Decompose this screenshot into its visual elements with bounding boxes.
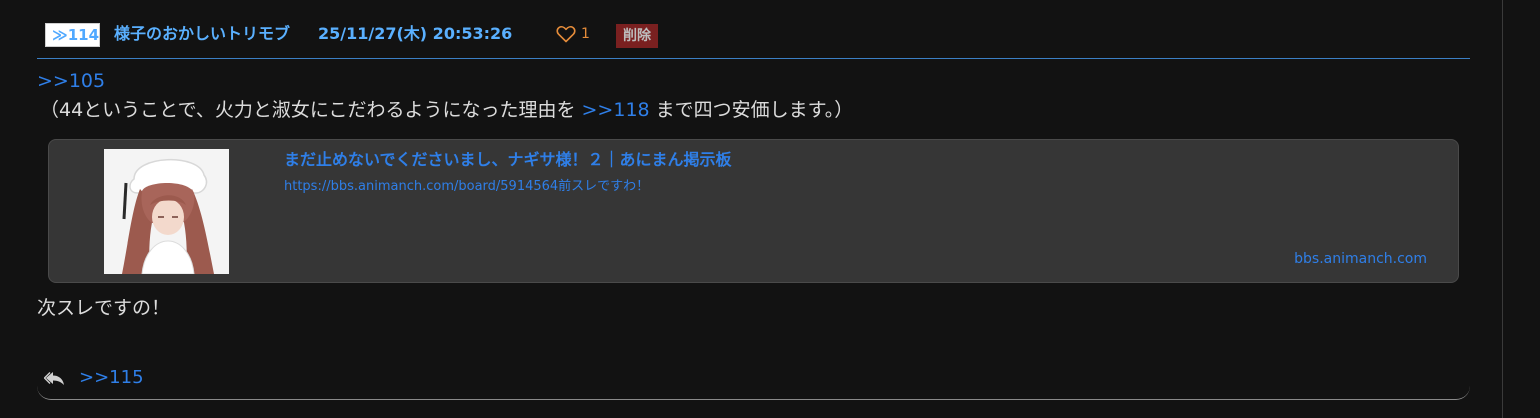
heart-icon — [556, 26, 576, 43]
like-button[interactable]: 1 — [556, 23, 590, 45]
like-count: 1 — [581, 26, 590, 42]
post-114: ≫114 様子のおかしいトリモブ 25/11/27(木) 20:53:26 1 … — [37, 14, 1470, 400]
post-number-button[interactable]: ≫114 — [45, 23, 100, 47]
replies-bar: >>115 — [44, 366, 144, 390]
link-preview-card[interactable]: まだ止めないでくださいまし、ナギサ様！２｜あにまん掲示板 https://bbs… — [48, 139, 1459, 283]
reply-link-115[interactable]: >>115 — [79, 366, 144, 390]
body-text-before: （44ということで、火力と淑女にこだわるようになった理由を — [40, 99, 582, 121]
post-date: 25/11/27(木) 20:53:26 — [318, 24, 513, 43]
author-name: 様子のおかしいトリモブ — [114, 24, 291, 43]
anchor-link-105[interactable]: >>105 — [37, 70, 105, 92]
post-anchor-line: >>105 — [37, 68, 105, 94]
link-card-url[interactable]: https://bbs.animanch.com/board/5914564前ス… — [284, 178, 649, 196]
anchor-link-118[interactable]: >>118 — [582, 99, 650, 121]
reply-icon — [44, 372, 64, 385]
link-card-title[interactable]: まだ止めないでくださいまし、ナギサ様！２｜あにまん掲示板 — [284, 149, 732, 171]
post-body-closing: 次スレですの！ — [37, 297, 171, 319]
post-body-line: （44ということで、火力と淑女にこだわるようになった理由を >>118 まで四つ… — [40, 97, 853, 123]
page-frame: ≫114 様子のおかしいトリモブ 25/11/27(木) 20:53:26 1 … — [0, 0, 1503, 418]
post-header: ≫114 様子のおかしいトリモブ 25/11/27(木) 20:53:26 1 … — [37, 14, 1470, 59]
body-text-after: まで四つ安価します。） — [649, 99, 854, 121]
link-card-domain: bbs.animanch.com — [1294, 251, 1427, 267]
delete-button[interactable]: 削除 — [616, 24, 658, 48]
link-thumbnail-image — [104, 149, 229, 274]
